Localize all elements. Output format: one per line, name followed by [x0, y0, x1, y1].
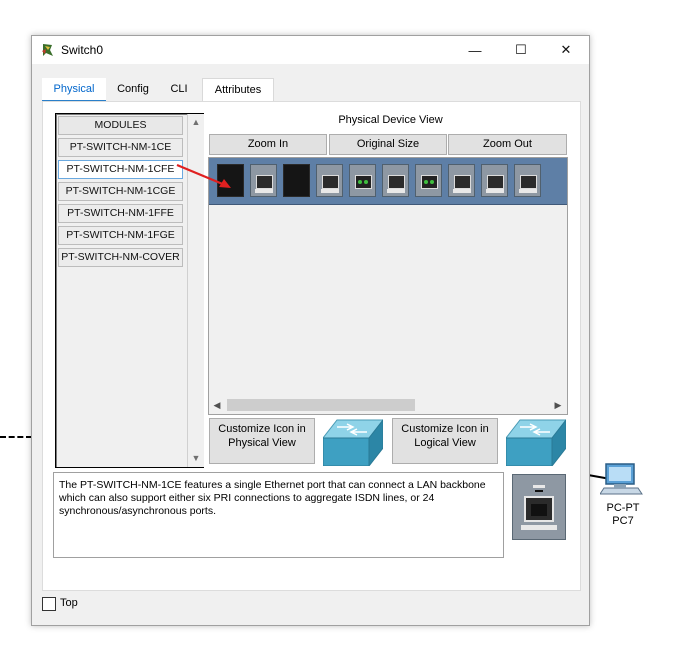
module-item-1ffe[interactable]: PT-SWITCH-NM-1FFE	[58, 204, 183, 223]
modules-header: MODULES	[58, 116, 183, 135]
module-description: The PT-SWITCH-NM-1CE features a single E…	[53, 472, 504, 558]
module-slot[interactable]	[316, 164, 343, 197]
pc-label: PC-PT PC7	[598, 502, 648, 528]
scroll-thumb[interactable]	[227, 399, 415, 411]
zoom-out-button[interactable]: Zoom Out	[448, 134, 567, 155]
switch-icon	[506, 419, 566, 466]
customize-physical-icon-button[interactable]: Customize Icon in Physical View	[209, 418, 315, 464]
module-slot[interactable]	[514, 164, 541, 197]
tab-config[interactable]: Config	[108, 78, 158, 100]
modules-list: MODULES PT-SWITCH-NM-1CE PT-SWITCH-NM-1C…	[58, 116, 185, 270]
scroll-left-icon[interactable]: ◀	[209, 397, 225, 414]
annotation-arrow-icon	[176, 163, 231, 188]
module-preview-image	[512, 474, 566, 540]
empty-slot[interactable]	[283, 164, 310, 197]
window-title: Switch0	[61, 43, 104, 57]
module-item-1cge[interactable]: PT-SWITCH-NM-1CGE	[58, 182, 183, 201]
switch-chassis	[209, 158, 567, 205]
connection-dashed-line	[0, 436, 32, 438]
scroll-down-icon[interactable]: ▼	[188, 450, 204, 466]
minimize-button[interactable]: —	[452, 36, 498, 64]
pc-device-icon[interactable]	[600, 462, 644, 502]
horizontal-scrollbar[interactable]: ◀ ▶	[209, 397, 567, 414]
device-window: Switch0 — ☐ ✕ Physical Config CLI Attrib…	[31, 35, 590, 626]
tab-physical[interactable]: Physical	[42, 78, 106, 102]
module-item-1cfe[interactable]: PT-SWITCH-NM-1CFE	[58, 160, 183, 179]
module-slot[interactable]	[382, 164, 409, 197]
pc-name: PC7	[612, 515, 634, 527]
pc-type: PC-PT	[606, 502, 640, 514]
module-slot[interactable]	[448, 164, 475, 197]
physical-device-view-title: Physical Device View	[338, 114, 443, 126]
packet-tracer-icon	[42, 44, 53, 56]
physical-tab-content: MODULES PT-SWITCH-NM-1CE PT-SWITCH-NM-1C…	[42, 101, 581, 591]
maximize-button[interactable]: ☐	[498, 36, 544, 64]
original-size-button[interactable]: Original Size	[329, 134, 447, 155]
module-item-cover[interactable]: PT-SWITCH-NM-COVER	[58, 248, 183, 267]
switch-icon	[323, 419, 383, 466]
scroll-right-icon[interactable]: ▶	[550, 397, 566, 414]
fiber-module-slot[interactable]	[349, 164, 376, 197]
top-checkbox-label: Top	[60, 597, 78, 609]
close-button[interactable]: ✕	[543, 36, 589, 64]
module-slot[interactable]	[250, 164, 277, 197]
title-bar[interactable]: Switch0 — ☐ ✕	[32, 36, 589, 64]
tab-attributes[interactable]: Attributes	[202, 78, 274, 101]
module-item-1ce[interactable]: PT-SWITCH-NM-1CE	[58, 138, 183, 157]
tab-cli[interactable]: CLI	[160, 78, 198, 100]
customize-logical-icon-button[interactable]: Customize Icon in Logical View	[392, 418, 498, 464]
fiber-module-slot[interactable]	[415, 164, 442, 197]
module-slot[interactable]	[481, 164, 508, 197]
device-view-canvas[interactable]: ◀ ▶	[208, 157, 568, 415]
zoom-in-button[interactable]: Zoom In	[209, 134, 327, 155]
scroll-up-icon[interactable]: ▲	[188, 114, 204, 130]
module-item-1fge[interactable]: PT-SWITCH-NM-1FGE	[58, 226, 183, 245]
top-checkbox[interactable]	[42, 597, 56, 611]
